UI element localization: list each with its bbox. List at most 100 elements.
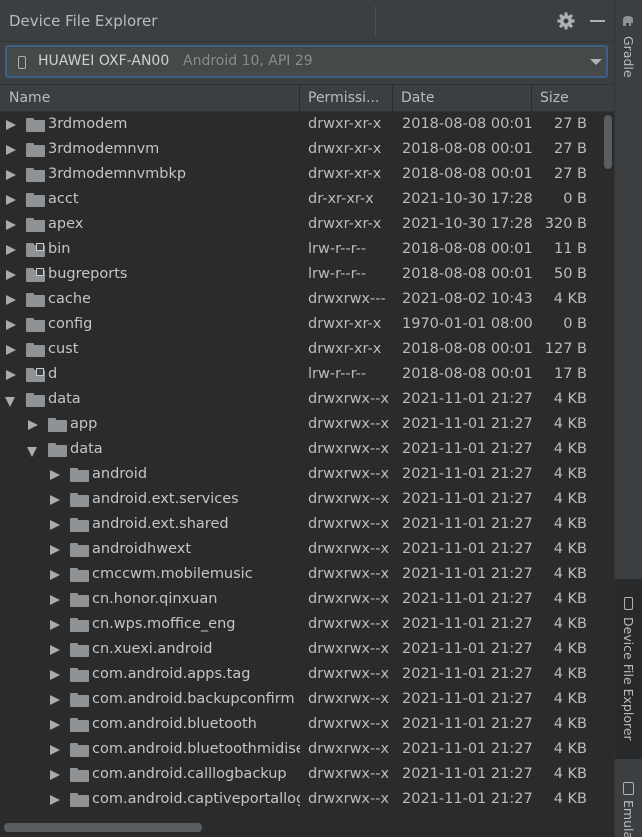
table-row[interactable]: apex drwxr-xr-x 2021-10-30 17:28 320 B (0, 213, 600, 238)
expand-right-icon[interactable] (6, 295, 16, 305)
file-permissions: drwxrwx--x (308, 491, 390, 507)
file-name: d (48, 366, 58, 382)
table-row[interactable]: com.android.backupconfirm drwxrwx--x 2021-… (0, 688, 600, 713)
expand-right-icon[interactable] (28, 420, 38, 430)
expand-down-icon[interactable] (5, 397, 15, 407)
table-row[interactable]: android.ext.services drwxrwx--x 2021-11-01… (0, 488, 600, 513)
file-date: 2021-11-01 21:27 (402, 691, 533, 707)
expand-right-icon[interactable] (6, 220, 16, 230)
table-row[interactable]: bugreports lrw-r--r-- 2018-08-08 00:01 50 B (0, 263, 600, 288)
table-row[interactable]: cmccwm.mobilemusic drwxrwx--x 2021-11-01 2… (0, 563, 600, 588)
table-row[interactable]: cust drwxr-xr-x 2018-08-08 00:01 127 B (0, 338, 600, 363)
table-row[interactable]: config drwxr-xr-x 1970-01-01 08:00 0 B (0, 313, 600, 338)
expand-right-icon[interactable] (50, 595, 60, 605)
file-date: 1970-01-01 08:00 (402, 316, 533, 332)
folder-icon (70, 768, 89, 782)
table-row[interactable]: data drwxrwx--x 2021-11-01 21:27 4 KB (0, 388, 600, 413)
table-row[interactable]: 3rdmodemnvm drwxr-xr-x 2018-08-08 00:01 27 … (0, 138, 600, 163)
device-select[interactable]: HUAWEI OXF-AN00 Android 10, API 29 (5, 45, 608, 78)
file-size: 4 KB (553, 466, 587, 482)
expand-right-icon[interactable] (50, 495, 60, 505)
table-row[interactable]: cache drwxrwx--- 2021-08-02 10:43 4 KB (0, 288, 600, 313)
file-name: 3rdmodem (48, 116, 128, 132)
expand-right-icon[interactable] (50, 795, 60, 805)
expand-right-icon[interactable] (50, 720, 60, 730)
name-cell: com.android.calllogbackup (0, 763, 300, 788)
file-name: cn.honor.qinxuan (92, 591, 218, 607)
expand-right-icon[interactable] (50, 520, 60, 530)
expand-right-icon[interactable] (50, 645, 60, 655)
expand-right-icon[interactable] (50, 470, 60, 480)
column-size[interactable]: Size (531, 85, 601, 112)
gear-icon[interactable] (556, 11, 576, 31)
link-arrow-icon (36, 243, 44, 251)
emulator-icon (623, 782, 634, 795)
horizontal-scrollbar-thumb[interactable] (4, 823, 202, 832)
expand-right-icon[interactable] (50, 695, 60, 705)
file-name: acct (48, 191, 79, 207)
table-row[interactable]: android.ext.shared drwxrwx--x 2021-11-01 2… (0, 513, 600, 538)
table-row[interactable]: com.android.captiveportallogin drwxrwx--x… (0, 788, 600, 813)
file-name: android.ext.services (92, 491, 239, 507)
column-name[interactable]: Name (0, 85, 299, 112)
expand-right-icon[interactable] (50, 770, 60, 780)
column-permissions[interactable]: Permissi... (299, 85, 392, 112)
name-cell: 3rdmodemnvm (0, 138, 300, 163)
expand-right-icon[interactable] (6, 270, 16, 280)
expand-right-icon[interactable] (6, 120, 16, 130)
table-row[interactable]: bin lrw-r--r-- 2018-08-08 00:01 11 B (0, 238, 600, 263)
vertical-scrollbar[interactable] (601, 113, 614, 818)
file-name: android.ext.shared (92, 516, 229, 532)
name-cell: 3rdmodem (0, 113, 300, 138)
table-row[interactable]: 3rdmodem drwxr-xr-x 2018-08-08 00:01 27 B (0, 113, 600, 138)
horizontal-scrollbar[interactable] (0, 818, 614, 837)
tab-emulator[interactable]: Emulator (615, 770, 642, 837)
table-row[interactable]: 3rdmodemnvmbkp drwxr-xr-x 2018-08-08 00:01… (0, 163, 600, 188)
expand-right-icon[interactable] (6, 170, 16, 180)
folder-icon (26, 393, 45, 407)
expand-right-icon[interactable] (6, 195, 16, 205)
name-cell: cn.xuexi.android (0, 638, 300, 663)
folder-icon (70, 718, 89, 732)
table-row[interactable]: com.android.calllogbackup drwxrwx--x 2021-… (0, 763, 600, 788)
expand-down-icon[interactable] (27, 447, 37, 457)
file-permissions: drwxr-xr-x (308, 166, 382, 182)
tab-gradle[interactable]: Gradle (615, 0, 642, 84)
table-row[interactable]: d lrw-r--r-- 2018-08-08 00:01 17 B (0, 363, 600, 388)
file-date: 2018-08-08 00:01 (402, 366, 533, 382)
expand-right-icon[interactable] (50, 545, 60, 555)
table-row[interactable]: com.android.bluetooth drwxrwx--x 2021-11-0… (0, 713, 600, 738)
table-row[interactable]: acct dr-xr-xr-x 2021-10-30 17:28 0 B (0, 188, 600, 213)
file-date: 2021-11-01 21:27 (402, 466, 533, 482)
table-row[interactable]: com.android.bluetoothmidiservice drwxrwx-… (0, 738, 600, 763)
file-permissions: drwxrwx--x (308, 766, 390, 782)
file-date: 2021-11-01 21:27 (402, 741, 533, 757)
expand-right-icon[interactable] (50, 570, 60, 580)
file-permissions: drwxrwx--x (308, 691, 390, 707)
expand-right-icon[interactable] (6, 370, 16, 380)
table-row[interactable]: com.android.apps.tag drwxrwx--x 2021-11-01… (0, 663, 600, 688)
minimize-icon[interactable] (588, 11, 608, 31)
link-arrow-icon (36, 368, 44, 376)
expand-right-icon[interactable] (50, 745, 60, 755)
folder-icon (70, 793, 89, 807)
table-row[interactable]: app drwxrwx--x 2021-11-01 21:27 4 KB (0, 413, 600, 438)
table-row[interactable]: cn.wps.moffice_eng drwxrwx--x 2021-11-01 2… (0, 613, 600, 638)
table-row[interactable]: android drwxrwx--x 2021-11-01 21:27 4 KB (0, 463, 600, 488)
file-name: android (92, 466, 148, 482)
column-date[interactable]: Date (392, 85, 531, 112)
expand-right-icon[interactable] (50, 670, 60, 680)
table-row[interactable]: data drwxrwx--x 2021-11-01 21:27 4 KB (0, 438, 600, 463)
chevron-down-icon[interactable] (590, 59, 602, 65)
expand-right-icon[interactable] (50, 620, 60, 630)
file-name: com.android.bluetooth (92, 716, 257, 732)
expand-right-icon[interactable] (6, 245, 16, 255)
table-row[interactable]: cn.honor.qinxuan drwxrwx--x 2021-11-01 21:… (0, 588, 600, 613)
expand-right-icon[interactable] (6, 345, 16, 355)
expand-right-icon[interactable] (6, 320, 16, 330)
vertical-scrollbar-thumb[interactable] (604, 115, 612, 169)
table-row[interactable]: androidhwext drwxrwx--x 2021-11-01 21:27 4 … (0, 538, 600, 563)
tab-device-file-explorer[interactable]: Device File Explorer (615, 579, 642, 759)
table-row[interactable]: cn.xuexi.android drwxrwx--x 2021-11-01 21:… (0, 638, 600, 663)
expand-right-icon[interactable] (6, 145, 16, 155)
